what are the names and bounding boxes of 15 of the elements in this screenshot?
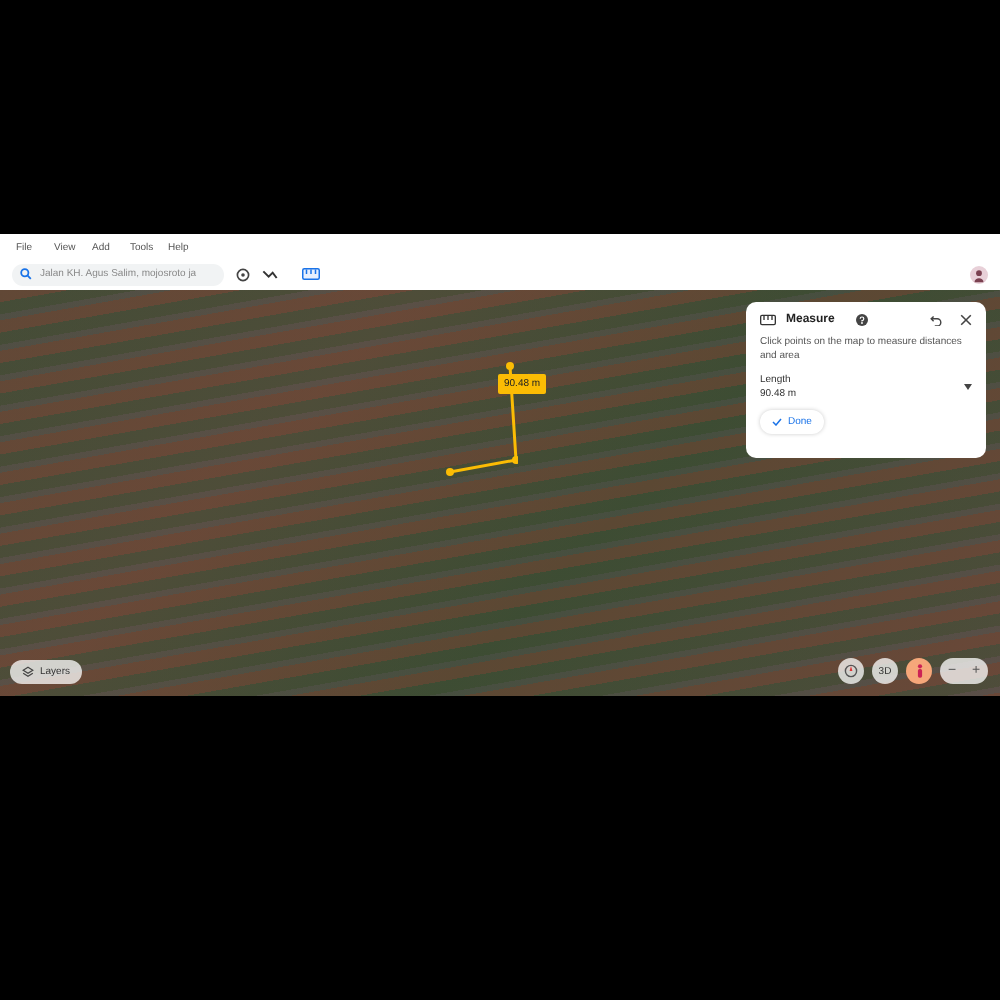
check-icon [772, 418, 782, 426]
compass-icon [844, 664, 858, 678]
person-icon [915, 664, 923, 678]
undo-icon[interactable] [930, 314, 942, 326]
search-icon [20, 268, 32, 280]
avatar-icon[interactable] [970, 265, 988, 283]
dropdown-caret-icon[interactable] [964, 384, 972, 390]
ruler-icon[interactable] [302, 268, 320, 280]
street-view-button[interactable] [906, 658, 932, 684]
ruler-icon [760, 314, 776, 326]
layers-icon [22, 666, 34, 678]
help-icon[interactable] [856, 314, 869, 326]
compass-button[interactable] [838, 658, 864, 684]
close-icon[interactable] [960, 314, 972, 326]
route-icon[interactable] [262, 268, 278, 280]
